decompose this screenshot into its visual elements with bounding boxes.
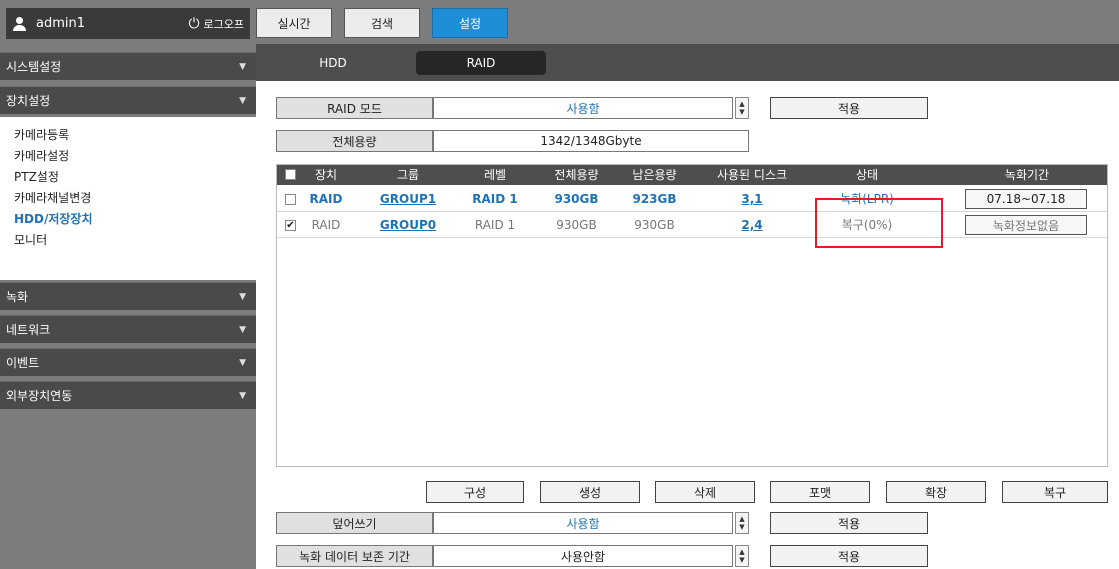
retention-select[interactable]: 사용안함 (433, 545, 733, 567)
row-group-link[interactable]: GROUP1 (373, 187, 443, 212)
sidebar-item-ptz-settings[interactable]: PTZ설정 (0, 167, 256, 188)
col-period: 녹화기간 (1004, 168, 1050, 182)
sidebar-section-label: 시스템설정 (6, 60, 62, 74)
tab-hdd[interactable]: HDD (268, 51, 398, 75)
configure-button[interactable]: 구성 (426, 481, 524, 503)
sidebar-section-system[interactable]: 시스템설정 ▼ (0, 52, 256, 80)
top-tab-bar: 실시간 검색 설정 (256, 0, 1119, 44)
sidebar-section-label: 네트워크 (6, 323, 51, 337)
raid-settings-panel: RAID 모드 사용함 ▲ ▼ 적용 전체용량 1342/1348Gbyte 장치… (256, 81, 1119, 569)
sidebar-section-label: 장치설정 (6, 94, 51, 108)
select-all-checkbox[interactable] (285, 169, 296, 180)
sub-tab-bar: HDD RAID (256, 44, 1119, 81)
row-checkbox[interactable] (285, 194, 296, 205)
col-level: 레벨 (483, 168, 507, 182)
col-status: 상태 (855, 168, 879, 182)
capacity-value: 1342/1348Gbyte (433, 130, 749, 152)
sidebar-section-device[interactable]: 장치설정 ▼ (0, 86, 256, 114)
row-free: 930GB (634, 218, 675, 232)
row-period-button[interactable]: 07.18~07.18 (965, 189, 1087, 209)
sidebar-section-label: 외부장치연동 (6, 389, 73, 403)
sidebar-item-monitor[interactable]: 모니터 (0, 230, 256, 251)
row-device: RAID (309, 192, 343, 206)
col-disks: 사용된 디스크 (716, 168, 788, 182)
recover-button[interactable]: 복구 (1002, 481, 1108, 503)
sidebar-item-camera-register[interactable]: 카메라등록 (0, 125, 256, 146)
sidebar-item-camera-channel[interactable]: 카메라채널변경 (0, 188, 256, 209)
row-free: 923GB (632, 192, 677, 206)
format-button[interactable]: 포맷 (770, 481, 870, 503)
row-level: RAID 1 (472, 192, 518, 206)
sidebar-item-hdd-storage[interactable]: HDD/저장장치 (0, 209, 256, 230)
raid-table: 장치 그룹 레벨 전체용량 남은용량 사용된 디스크 상태 녹화기간 RAID … (276, 164, 1108, 467)
sidebar-section-external[interactable]: 외부장치연동 ▼ (0, 381, 256, 409)
sidebar-section-recording[interactable]: 녹화 ▼ (0, 282, 256, 310)
sidebar-item-camera-settings[interactable]: 카메라설정 (0, 146, 256, 167)
raid-mode-spinner[interactable]: ▲ ▼ (735, 97, 749, 119)
col-total: 전체용량 (554, 168, 599, 182)
device-submenu: 카메라등록 카메라설정 PTZ설정 카메라채널변경 HDD/저장장치 모니터 (0, 117, 256, 280)
row-total: 930GB (554, 192, 599, 206)
sidebar-section-label: 녹화 (6, 290, 29, 304)
sidebar-section-network[interactable]: 네트워크 ▼ (0, 315, 256, 343)
row-disks-link[interactable]: 2,4 (702, 213, 802, 238)
chevron-down-icon: ▼ (239, 390, 246, 401)
retention-spinner[interactable]: ▲ ▼ (735, 545, 749, 567)
table-row[interactable]: ✔ RAID GROUP0 RAID 1 930GB 930GB 2,4 복구(… (277, 213, 1107, 238)
logout-label: 로그오프 (203, 17, 244, 31)
logout-button[interactable]: ⏻ 로그오프 (188, 16, 244, 32)
table-row[interactable]: RAID GROUP1 RAID 1 930GB 923GB 3,1 녹화(LP… (277, 187, 1107, 212)
raid-mode-apply-button[interactable]: 적용 (770, 97, 928, 119)
create-button[interactable]: 생성 (540, 481, 640, 503)
row-checkbox-checked[interactable]: ✔ (285, 220, 296, 231)
highlight-box (815, 198, 943, 248)
user-icon (12, 16, 28, 32)
tab-settings[interactable]: 설정 (432, 8, 508, 38)
tab-live[interactable]: 실시간 (256, 8, 332, 38)
raid-mode-label: RAID 모드 (276, 97, 433, 119)
row-disks-link[interactable]: 3,1 (702, 187, 802, 212)
expand-button[interactable]: 확장 (886, 481, 986, 503)
sidebar-section-event[interactable]: 이벤트 ▼ (0, 348, 256, 376)
delete-button[interactable]: 삭제 (655, 481, 755, 503)
row-period-button[interactable]: 녹화정보없음 (965, 215, 1087, 235)
raid-mode-select[interactable]: 사용함 (433, 97, 733, 119)
retention-label: 녹화 데이터 보존 기간 (276, 545, 433, 567)
overwrite-label: 덮어쓰기 (276, 512, 433, 534)
overwrite-spinner[interactable]: ▲ ▼ (735, 512, 749, 534)
retention-apply-button[interactable]: 적용 (770, 545, 928, 567)
chevron-down-icon: ▼ (239, 324, 246, 335)
user-bar: admin1 ⏻ 로그오프 (6, 8, 250, 39)
chevron-down-icon: ▼ (239, 95, 246, 106)
row-device: RAID (311, 218, 341, 232)
col-free: 남은용량 (632, 168, 677, 182)
chevron-down-icon: ▼ (239, 357, 246, 368)
left-panel: admin1 ⏻ 로그오프 시스템설정 ▼ 장치설정 ▼ 카메라등록 카메라설정… (0, 0, 256, 569)
chevron-down-icon: ▼ (239, 291, 246, 302)
sidebar-section-label: 이벤트 (6, 356, 40, 370)
row-total: 930GB (556, 218, 597, 232)
col-device: 장치 (314, 168, 338, 182)
overwrite-select[interactable]: 사용함 (433, 512, 733, 534)
col-group: 그룹 (396, 168, 420, 182)
chevron-down-icon: ▼ (239, 61, 246, 72)
table-header: 장치 그룹 레벨 전체용량 남은용량 사용된 디스크 상태 녹화기간 (277, 165, 1107, 185)
tab-search[interactable]: 검색 (344, 8, 420, 38)
overwrite-apply-button[interactable]: 적용 (770, 512, 928, 534)
row-level: RAID 1 (474, 218, 516, 232)
row-group-link[interactable]: GROUP0 (373, 213, 443, 238)
power-icon: ⏻ (188, 15, 200, 32)
capacity-label: 전체용량 (276, 130, 433, 152)
tab-raid[interactable]: RAID (416, 51, 546, 75)
user-name: admin1 (36, 16, 86, 31)
